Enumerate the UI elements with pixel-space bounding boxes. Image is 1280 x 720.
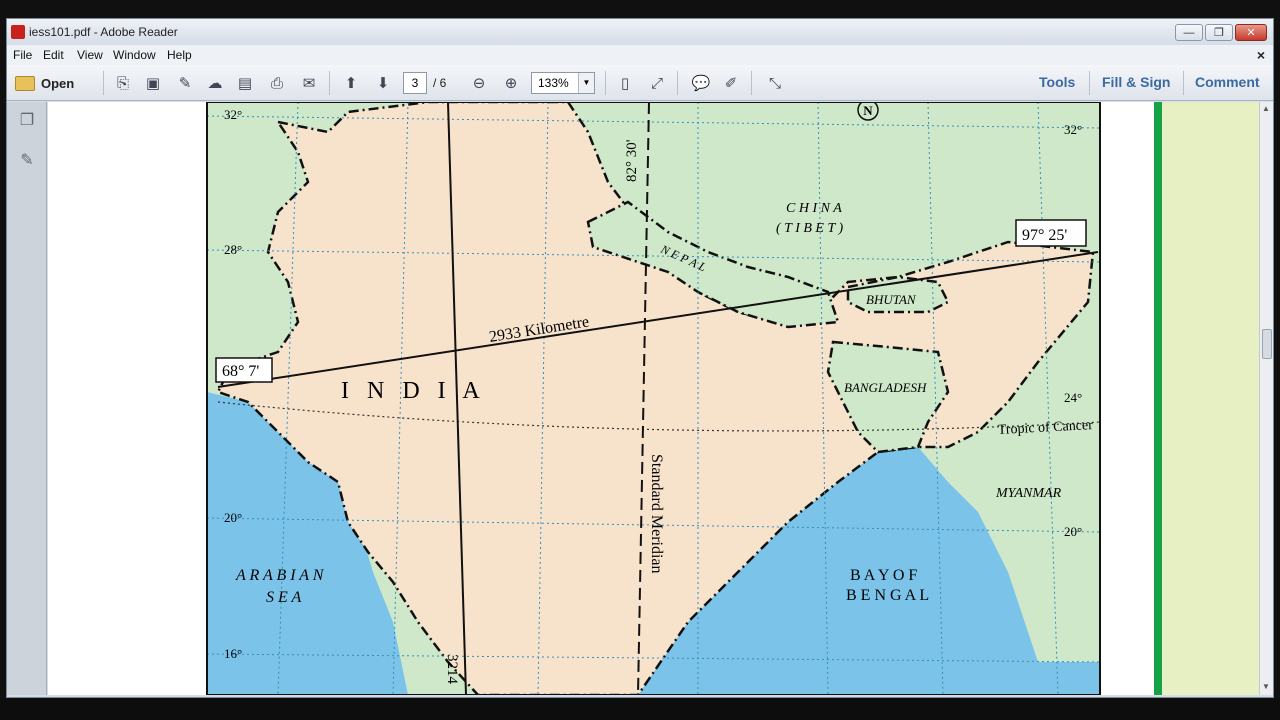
menu-edit[interactable]: Edit: [43, 48, 64, 62]
scroll-down-icon[interactable]: ▼: [1262, 682, 1270, 691]
standard-meridian-label: Standard Meridian: [648, 454, 665, 574]
close-button[interactable]: ✕: [1235, 24, 1267, 41]
lat-tick-left: 20°: [224, 510, 242, 525]
toolbar-divider: [1089, 71, 1090, 95]
menu-view[interactable]: View: [77, 48, 103, 62]
email-icon[interactable]: ✉: [297, 71, 321, 95]
scroll-up-icon[interactable]: ▲: [1262, 104, 1270, 113]
north-label: N: [863, 103, 873, 118]
page-thumbnails-icon[interactable]: ❐: [17, 110, 37, 130]
fill-sign-button[interactable]: Fill & Sign: [1102, 74, 1170, 90]
bay-of-bengal-label-1: B A Y O F: [850, 567, 917, 584]
page-number-input[interactable]: 3: [403, 72, 427, 94]
tools-button[interactable]: Tools: [1039, 74, 1075, 90]
screen-bottom-bar: [0, 698, 1280, 720]
minimize-button[interactable]: —: [1175, 24, 1203, 41]
china-label: C H I N A: [786, 201, 842, 216]
meridian-longitude-label: 82° 30': [624, 139, 640, 182]
save-icon[interactable]: ▤: [233, 71, 257, 95]
india-label: I N D I A: [341, 378, 486, 404]
window-title: iess101.pdf - Adobe Reader: [29, 25, 178, 39]
lat-tick-left: 28°: [224, 242, 242, 257]
bhutan-label: BHUTAN: [866, 292, 917, 307]
zoom-in-icon[interactable]: ⊕: [499, 71, 523, 95]
menu-bar: File Edit View Window Help ×: [7, 45, 1273, 65]
arabian-sea-label-2: S E A: [266, 589, 301, 606]
navigation-pane: ❐ ✎: [7, 102, 47, 695]
menu-window[interactable]: Window: [113, 48, 156, 62]
close-document-icon[interactable]: ×: [1257, 47, 1265, 63]
adobe-reader-window: iess101.pdf - Adobe Reader — ❐ ✕ File Ed…: [6, 18, 1274, 698]
chevron-down-icon[interactable]: ▼: [578, 73, 594, 93]
tibet-label: ( T I B E T ): [776, 221, 843, 236]
lat-tick-right: 24°: [1064, 390, 1082, 405]
fit-width-icon[interactable]: ⤢: [645, 71, 669, 95]
myanmar-label: MYANMAR: [995, 486, 1062, 501]
upload-cloud-icon[interactable]: ☁: [203, 71, 227, 95]
toolbar-divider: [677, 71, 678, 95]
toolbar-divider: [751, 71, 752, 95]
attachments-icon[interactable]: ✎: [17, 150, 37, 170]
lat-tick-left: 16°: [224, 646, 242, 661]
folder-icon: [15, 75, 35, 91]
title-bar: iess101.pdf - Adobe Reader — ❐ ✕: [7, 19, 1273, 45]
highlight-text-icon[interactable]: ✐: [719, 71, 743, 95]
toolbar-divider: [329, 71, 330, 95]
previous-page-icon[interactable]: ⬆: [339, 71, 363, 95]
pdf-app-icon: [11, 25, 25, 39]
page-total: / 6: [433, 76, 447, 90]
sidebar-green-bar: [1154, 102, 1162, 695]
scrollbar-thumb[interactable]: [1262, 329, 1272, 359]
zoom-value: 133%: [538, 76, 569, 90]
create-pdf-icon[interactable]: ⎘: [111, 71, 135, 95]
fit-page-icon[interactable]: ▯: [613, 71, 637, 95]
document-area[interactable]: N I N D I A C H I N A ( T I B E T ) N E …: [48, 102, 1259, 695]
bangladesh-label: BANGLADESH: [844, 380, 927, 395]
toolbar-divider: [605, 71, 606, 95]
menu-help[interactable]: Help: [167, 48, 192, 62]
north-south-distance-label: 3214: [444, 654, 460, 685]
toolbar-divider: [103, 71, 104, 95]
edit-pdf-icon[interactable]: ✎: [173, 71, 197, 95]
arabian-sea-label-1: A R A B I A N: [235, 567, 325, 584]
lat-tick-left: 32°: [224, 107, 242, 122]
open-button[interactable]: Open: [15, 71, 74, 95]
comment-button[interactable]: Comment: [1195, 74, 1260, 90]
menu-file[interactable]: File: [13, 48, 32, 62]
lat-tick-right: 32°: [1064, 122, 1082, 137]
open-label: Open: [41, 75, 75, 91]
lat-tick-right: 20°: [1064, 524, 1082, 539]
next-page-icon[interactable]: ⬇: [371, 71, 395, 95]
print-icon[interactable]: ⎙: [265, 71, 289, 95]
sticky-note-icon[interactable]: 💬: [689, 71, 713, 95]
sidebar-panel: [1162, 102, 1259, 695]
west-longitude-label: 68° 7': [222, 363, 259, 380]
india-map: N I N D I A C H I N A ( T I B E T ) N E …: [48, 102, 1259, 695]
toolbar-divider: [1183, 71, 1184, 95]
east-longitude-label: 97° 25': [1022, 227, 1067, 244]
full-screen-icon[interactable]: ⤡: [763, 71, 787, 95]
zoom-out-icon[interactable]: ⊖: [467, 71, 491, 95]
export-pdf-icon[interactable]: ▣: [141, 71, 165, 95]
bay-of-bengal-label-2: B E N G A L: [846, 587, 929, 604]
vertical-scrollbar[interactable]: ▲ ▼: [1259, 102, 1273, 695]
zoom-select[interactable]: 133% ▼: [531, 72, 595, 94]
toolbar: Open ⎘ ▣ ✎ ☁ ▤ ⎙ ✉ ⬆ ⬇ 3 / 6 ⊖ ⊕ 133% ▼ …: [7, 65, 1273, 101]
maximize-button[interactable]: ❐: [1205, 24, 1233, 41]
